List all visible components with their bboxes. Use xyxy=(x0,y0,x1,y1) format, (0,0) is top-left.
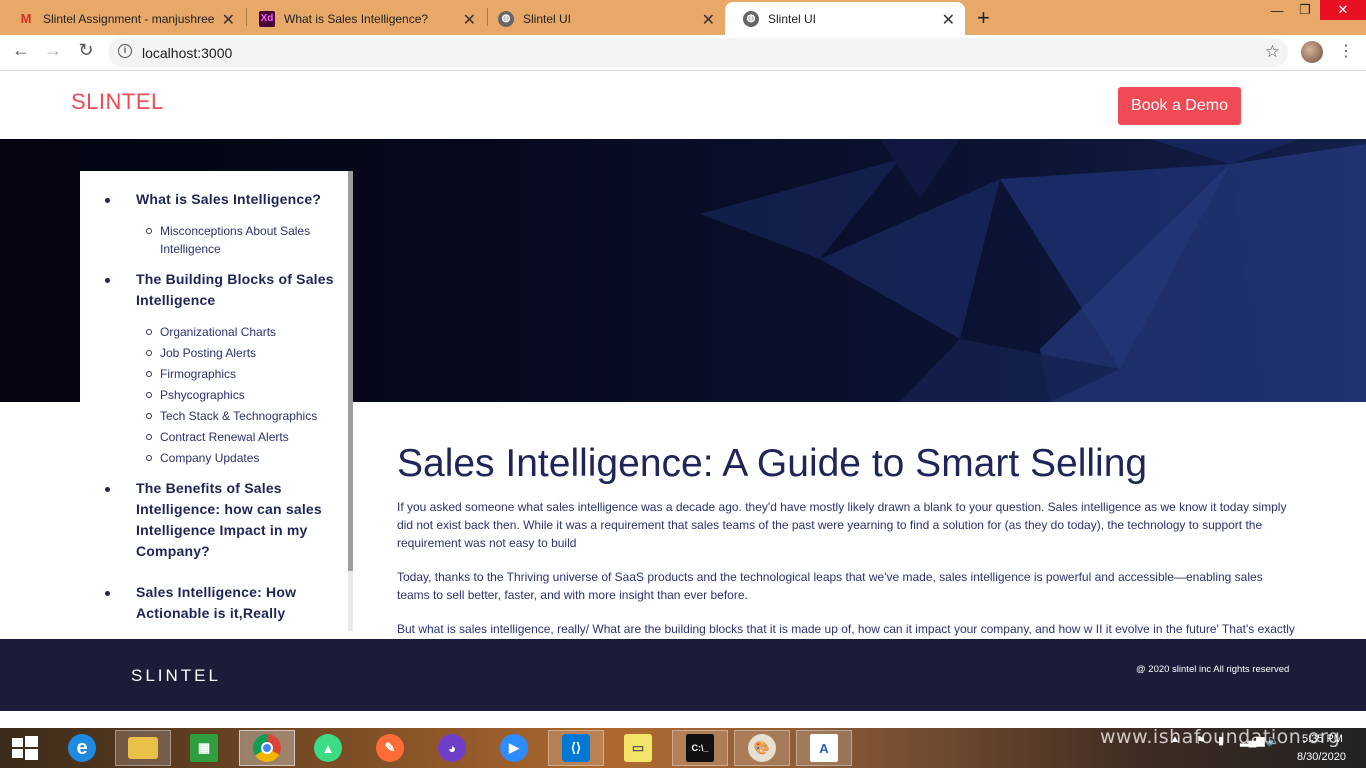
article-paragraph: If you asked someone what sales intellig… xyxy=(397,500,1287,550)
toc-subbullet xyxy=(146,329,152,335)
site-header: SLINTEL Book a Demo xyxy=(0,72,1366,139)
tray-flag-icon[interactable]: ⚑ xyxy=(1196,734,1206,747)
site-logo[interactable]: SLINTEL xyxy=(71,89,164,115)
toc-subitem[interactable]: Contract Renewal Alerts xyxy=(160,428,325,446)
profile-avatar[interactable] xyxy=(1301,41,1323,63)
paint-icon[interactable]: 🎨 xyxy=(734,730,790,766)
toc-subbullet xyxy=(146,350,152,356)
toc-scrollbar-track[interactable] xyxy=(348,571,353,631)
reload-icon[interactable]: ↻ xyxy=(74,40,98,61)
close-icon[interactable]: ✕ xyxy=(702,10,715,30)
toc-subbullet xyxy=(146,228,152,234)
article-title: Sales Intelligence: A Guide to Smart Sel… xyxy=(397,442,1148,485)
bookmark-star-icon[interactable]: ☆ xyxy=(1265,42,1280,62)
taskbar-clock-time[interactable]: 5:35 PM xyxy=(1302,733,1343,745)
toc-subbullet xyxy=(146,392,152,398)
footer-logo: SLINTEL xyxy=(131,666,221,685)
toc-bullet xyxy=(105,198,110,203)
more-menu-icon[interactable]: ⋮ xyxy=(1338,41,1354,61)
table-of-contents: What is Sales Intelligence? Misconceptio… xyxy=(80,171,353,631)
internet-explorer-icon[interactable]: e xyxy=(54,730,110,766)
gmail-icon: M xyxy=(20,11,32,26)
tab-title: What is Sales Intelligence? xyxy=(284,11,429,26)
tab-title: Slintel UI xyxy=(523,11,572,26)
address-bar[interactable]: i localhost:3000 ☆ xyxy=(108,38,1288,67)
tab-xd[interactable]: Xd What is Sales Intelligence? ✕ xyxy=(241,2,486,35)
close-icon[interactable]: ✕ xyxy=(463,10,476,30)
toc-bullet xyxy=(105,487,110,492)
toc-heading[interactable]: The Building Blocks of Sales Intelligenc… xyxy=(136,269,336,311)
toc-subbullet xyxy=(146,371,152,377)
maximize-icon[interactable]: ❐ xyxy=(1290,0,1320,20)
minimize-icon[interactable]: — xyxy=(1262,0,1292,20)
toc-bullet xyxy=(105,278,110,283)
site-footer: SLINTEL @ 2020 slintel inc All rights re… xyxy=(0,639,1366,711)
info-icon[interactable]: i xyxy=(118,44,132,58)
browser-tab-strip: M Slintel Assignment - manjushree ✕ Xd W… xyxy=(0,0,1366,35)
tab-title: Slintel Assignment - manjushree xyxy=(43,11,215,26)
globe-icon: ◍ xyxy=(498,10,514,27)
copyright-text: @ 2020 slintel inc All rights reserved xyxy=(1136,664,1290,675)
toc-subbullet xyxy=(146,455,152,461)
zoom-icon[interactable]: ▶ xyxy=(486,730,542,766)
tab-title: Slintel UI xyxy=(768,11,817,26)
browser-toolbar: ← → ↻ i localhost:3000 ☆ ⋮ xyxy=(0,35,1366,71)
toc-subitem[interactable]: Firmographics xyxy=(160,365,325,383)
android-studio-icon[interactable]: ▲ xyxy=(300,730,356,766)
command-prompt-icon[interactable]: C:\_ xyxy=(672,730,728,766)
toc-heading[interactable]: Sales Intelligence: How Actionable is it… xyxy=(136,582,336,624)
sticky-notes-icon[interactable]: ▭ xyxy=(610,730,666,766)
back-arrow-icon[interactable]: ← xyxy=(9,40,33,61)
windows-start-icon[interactable] xyxy=(0,730,50,766)
toc-subbullet xyxy=(146,434,152,440)
tray-volume-icon[interactable]: 🔈 xyxy=(1266,734,1280,747)
tab-gmail[interactable]: M Slintel Assignment - manjushree ✕ xyxy=(0,2,245,35)
vscode-icon[interactable]: ⟨⟩ xyxy=(548,730,604,766)
article-paragraph: But what is sales intelligence, really/ … xyxy=(397,622,1295,636)
book-demo-button[interactable]: Book a Demo xyxy=(1118,87,1241,125)
taskbar-clock-date[interactable]: 8/30/2020 xyxy=(1297,751,1346,763)
toc-subitem[interactable]: Pshycographics xyxy=(160,386,325,404)
adobe-xd-icon: Xd xyxy=(259,10,275,27)
toc-subitem[interactable]: Tech Stack & Technographics xyxy=(160,407,325,425)
window-close-icon[interactable]: ✕ xyxy=(1320,0,1366,20)
tray-battery-icon[interactable]: ▮ xyxy=(1218,734,1224,747)
toc-subbullet xyxy=(146,413,152,419)
postman-icon[interactable]: ✎ xyxy=(362,730,418,766)
article-paragraph: Today, thanks to the Thriving universe o… xyxy=(397,570,1263,602)
toc-heading[interactable]: The Benefits of Sales Intelligence: how … xyxy=(136,478,336,562)
github-desktop-icon[interactable]: ◕ xyxy=(424,730,480,766)
tab-slintel-ui-active[interactable]: ◍ Slintel UI ✕ xyxy=(725,2,965,35)
tray-up-arrow-icon[interactable]: ▲ xyxy=(1170,734,1180,745)
toc-subitem[interactable]: Misconceptions About Sales Intelligence xyxy=(160,222,325,258)
close-icon[interactable]: ✕ xyxy=(942,10,955,30)
toc-subitem[interactable]: Company Updates xyxy=(160,449,325,467)
toc-subitem[interactable]: Job Posting Alerts xyxy=(160,344,325,362)
toc-subitem[interactable]: Organizational Charts xyxy=(160,323,325,341)
toc-bullet xyxy=(105,591,110,596)
new-tab-button[interactable]: + xyxy=(977,5,990,31)
article-header: Sales Intelligence: A Guide to Smart Sel… xyxy=(397,440,1297,488)
toc-heading[interactable]: What is Sales Intelligence? xyxy=(136,189,336,210)
tab-slintel-ui-1[interactable]: ◍ Slintel UI ✕ xyxy=(480,2,725,35)
toc-scrollbar-thumb[interactable] xyxy=(348,171,353,571)
close-icon[interactable]: ✕ xyxy=(222,10,235,30)
globe-icon: ◍ xyxy=(743,10,759,27)
store-icon[interactable]: ▦ xyxy=(176,730,232,766)
forward-arrow-icon[interactable]: → xyxy=(41,40,65,61)
file-explorer-icon[interactable] xyxy=(115,730,171,766)
url-text[interactable]: localhost:3000 xyxy=(142,45,232,61)
chrome-icon[interactable] xyxy=(239,730,295,766)
wordpad-icon[interactable]: A xyxy=(796,730,852,766)
tray-network-icon[interactable]: ▂▄▆ xyxy=(1240,734,1265,747)
